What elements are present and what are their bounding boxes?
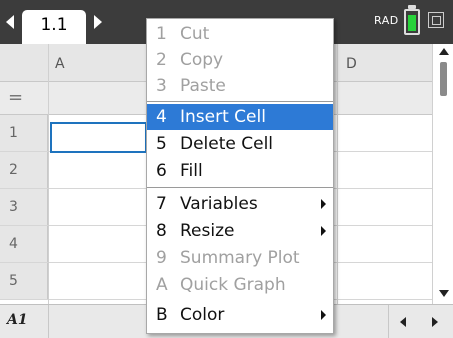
menu-item-label: Resize <box>180 221 235 241</box>
column-header-a[interactable]: A <box>55 56 65 72</box>
menu-item-fill[interactable]: 6 Fill <box>147 158 333 184</box>
row-header[interactable]: 3 <box>0 189 48 225</box>
menu-item-label: Variables <box>180 194 258 214</box>
selected-cell-a1[interactable] <box>50 122 147 153</box>
tab-prev-arrow-icon[interactable] <box>6 15 14 29</box>
row-header[interactable]: 1 <box>0 115 48 151</box>
battery-icon <box>404 9 420 35</box>
menu-item-label: Delete Cell <box>180 134 274 154</box>
menu-item-key: 2 <box>156 50 167 70</box>
submenu-arrow-icon <box>321 199 326 209</box>
menu-item-label: Copy <box>180 50 224 70</box>
menu-item-cut[interactable]: 1 Cut <box>147 21 333 47</box>
column-header-d[interactable]: D <box>346 56 357 72</box>
menu-item-paste[interactable]: 3 Paste <box>147 73 333 99</box>
menu-item-insert-cell[interactable]: 4 Insert Cell <box>147 104 333 130</box>
menu-item-label: Fill <box>180 161 203 181</box>
menu-item-quick-graph[interactable]: A Quick Graph <box>147 272 333 298</box>
menu-item-summary-plot[interactable]: 9 Summary Plot <box>147 245 333 271</box>
context-menu: 1 Cut 2 Copy 3 Paste 4 Insert Cell 5 Del… <box>146 18 334 334</box>
grid-line <box>337 44 338 304</box>
menu-item-label: Insert Cell <box>180 107 266 127</box>
menu-item-color[interactable]: B Color <box>147 302 333 328</box>
scroll-thumb[interactable] <box>440 62 447 96</box>
scroll-up-arrow-icon[interactable] <box>439 48 449 55</box>
angle-mode-indicator: RAD <box>374 14 399 27</box>
row-header[interactable]: 2 <box>0 152 48 188</box>
window-icon[interactable] <box>428 12 444 28</box>
menu-separator <box>147 101 333 102</box>
menu-item-key: 5 <box>156 134 167 154</box>
menu-item-label: Cut <box>180 24 210 44</box>
menu-item-key: 8 <box>156 221 167 241</box>
menu-item-copy[interactable]: 2 Copy <box>147 47 333 73</box>
tab-next-arrow-icon[interactable] <box>94 15 102 29</box>
menu-item-delete-cell[interactable]: 5 Delete Cell <box>147 131 333 157</box>
menu-item-variables[interactable]: 7 Variables <box>147 191 333 217</box>
scroll-left-arrow-icon[interactable] <box>400 317 406 327</box>
menu-item-resize[interactable]: 8 Resize <box>147 218 333 244</box>
tab-page[interactable]: 1.1 <box>22 10 86 44</box>
menu-separator <box>147 187 333 188</box>
cell-reference: A1 <box>7 312 28 328</box>
menu-item-key: 6 <box>156 161 167 181</box>
menu-item-key: 7 <box>156 194 167 214</box>
menu-item-label: Summary Plot <box>180 248 300 268</box>
menu-item-key: 4 <box>156 107 167 127</box>
menu-item-label: Color <box>180 305 225 325</box>
submenu-arrow-icon <box>321 226 326 236</box>
grid-line <box>48 44 49 304</box>
formula-symbol: = <box>8 87 24 108</box>
row-header[interactable]: 4 <box>0 226 48 262</box>
menu-item-label: Quick Graph <box>180 275 286 295</box>
submenu-arrow-icon <box>321 310 326 320</box>
menu-item-key: 3 <box>156 76 167 96</box>
menu-item-label: Paste <box>180 76 226 96</box>
status-divider <box>388 305 389 338</box>
scroll-down-arrow-icon[interactable] <box>439 290 449 297</box>
menu-item-key: A <box>156 275 168 295</box>
scroll-right-arrow-icon[interactable] <box>432 317 438 327</box>
menu-item-key: 1 <box>156 24 167 44</box>
menu-item-key: 9 <box>156 248 167 268</box>
vertical-scrollbar[interactable] <box>432 44 453 304</box>
menu-item-key: B <box>156 305 168 325</box>
row-header[interactable]: 5 <box>0 263 48 299</box>
status-divider <box>48 305 49 338</box>
